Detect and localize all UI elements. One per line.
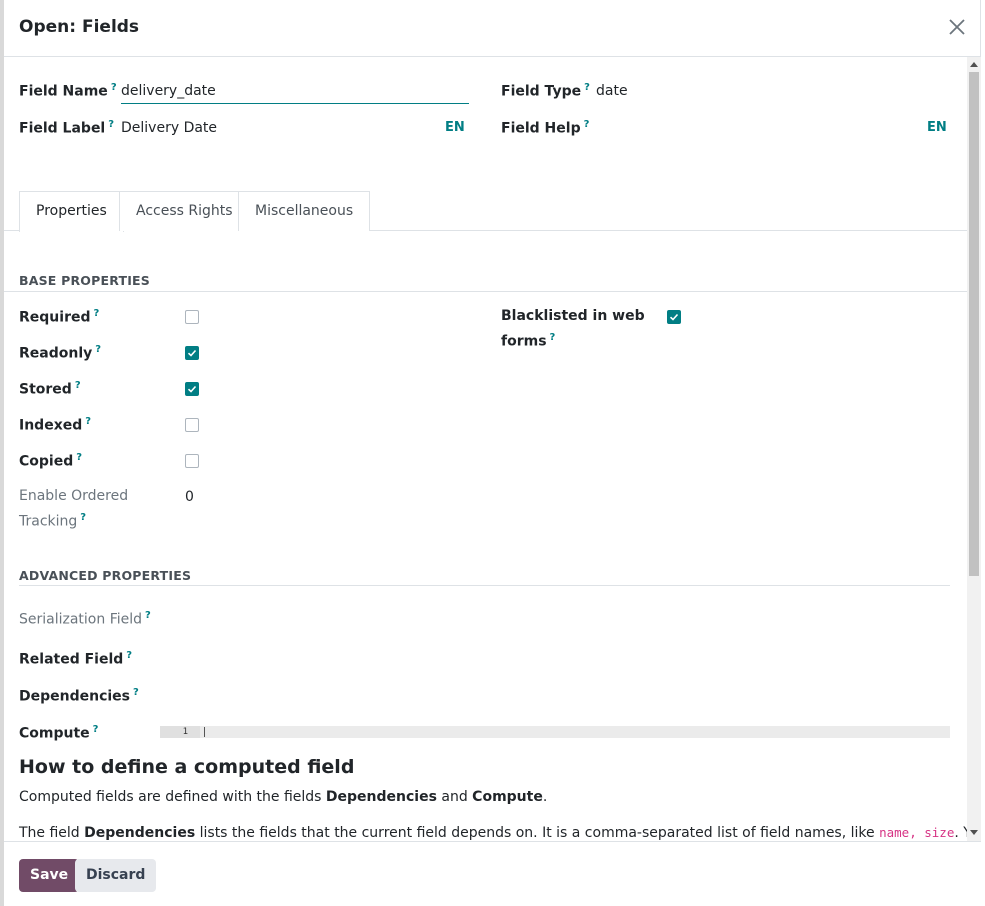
scroll-down-arrow-icon[interactable]: [970, 830, 978, 835]
dialog-footer: Save Discard: [4, 841, 981, 906]
copied-checkbox[interactable]: [185, 454, 199, 468]
help-paragraph-2: The field Dependencies lists the fields …: [19, 825, 967, 841]
text-cursor: [204, 727, 205, 737]
readonly-checkbox[interactable]: [185, 346, 199, 360]
help-tooltip-icon[interactable]: ?: [111, 82, 117, 93]
scroll-thumb[interactable]: [969, 72, 979, 576]
indexed-label: Indexed?: [19, 416, 92, 434]
help-paragraph-1: Computed fields are defined with the fie…: [19, 789, 548, 805]
help-tooltip-icon[interactable]: ?: [93, 308, 99, 319]
serialization-field-label: Serialization Field?: [19, 610, 151, 628]
compute-code-editor[interactable]: 1: [160, 726, 950, 738]
field-type-value: date: [596, 83, 628, 99]
help-tooltip-icon[interactable]: ?: [550, 332, 556, 343]
dependencies-label: Dependencies?: [19, 687, 139, 705]
line-number-gutter: 1: [160, 726, 200, 738]
required-label: Required?: [19, 308, 100, 326]
help-tooltip-icon[interactable]: ?: [133, 687, 139, 698]
dialog-body: Field Name? delivery_date Field Type? da…: [4, 57, 967, 841]
field-label-language-button[interactable]: EN: [445, 120, 465, 135]
help-tooltip-icon[interactable]: ?: [145, 610, 151, 621]
discard-button[interactable]: Discard: [75, 859, 157, 892]
help-tooltip-icon[interactable]: ?: [584, 82, 590, 93]
tab-properties[interactable]: Properties: [19, 191, 124, 232]
stored-checkbox[interactable]: [185, 382, 199, 396]
help-tooltip-icon[interactable]: ?: [93, 724, 99, 735]
ordered-tracking-value[interactable]: 0: [185, 489, 194, 505]
blacklisted-label: Blacklisted in web forms?: [501, 308, 645, 350]
computed-field-help-title: How to define a computed field: [19, 756, 355, 778]
advanced-properties-heading: ADVANCED PROPERTIES: [19, 568, 192, 583]
field-name-label: Field Name?: [19, 82, 117, 100]
stored-label: Stored?: [19, 380, 81, 398]
tab-access-rights[interactable]: Access Rights: [119, 191, 250, 231]
ordered-tracking-label: Enable Ordered Tracking?: [19, 488, 129, 530]
fields-dialog: Open: Fields Field Name? delivery_date F…: [4, 0, 981, 906]
field-label-label: Field Label?: [19, 119, 115, 137]
indexed-checkbox[interactable]: [185, 418, 199, 432]
help-tooltip-icon[interactable]: ?: [584, 119, 590, 130]
dialog-header: Open: Fields: [4, 0, 981, 57]
compute-label: Compute?: [19, 724, 99, 742]
dialog-scrollbar[interactable]: [967, 57, 981, 841]
tab-miscellaneous[interactable]: Miscellaneous: [238, 191, 371, 231]
close-icon[interactable]: [947, 17, 967, 37]
related-field-label: Related Field?: [19, 650, 133, 668]
help-tooltip-icon[interactable]: ?: [76, 452, 82, 463]
field-name-underline: [121, 103, 469, 104]
notebook-tabs: Properties Access Rights Miscellaneous: [4, 191, 967, 232]
field-help-label: Field Help?: [501, 119, 590, 137]
help-tooltip-icon[interactable]: ?: [75, 380, 81, 391]
required-checkbox[interactable]: [185, 310, 199, 324]
section-divider: [19, 585, 950, 586]
section-divider: [4, 291, 967, 292]
field-label-input[interactable]: Delivery Date: [121, 120, 217, 136]
field-name-input[interactable]: delivery_date: [121, 83, 216, 99]
help-tooltip-icon[interactable]: ?: [80, 512, 86, 523]
save-button[interactable]: Save: [19, 859, 80, 892]
field-help-language-button[interactable]: EN: [927, 120, 947, 135]
readonly-label: Readonly?: [19, 344, 102, 362]
dialog-title: Open: Fields: [19, 17, 140, 37]
blacklisted-checkbox[interactable]: [667, 310, 681, 324]
help-tooltip-icon[interactable]: ?: [126, 650, 132, 661]
field-type-label: Field Type?: [501, 82, 590, 100]
copied-label: Copied?: [19, 452, 83, 470]
help-tooltip-icon[interactable]: ?: [108, 119, 114, 130]
help-tooltip-icon[interactable]: ?: [95, 344, 101, 355]
base-properties-heading: BASE PROPERTIES: [19, 273, 150, 288]
help-tooltip-icon[interactable]: ?: [85, 416, 91, 427]
scroll-up-arrow-icon[interactable]: [970, 62, 978, 67]
